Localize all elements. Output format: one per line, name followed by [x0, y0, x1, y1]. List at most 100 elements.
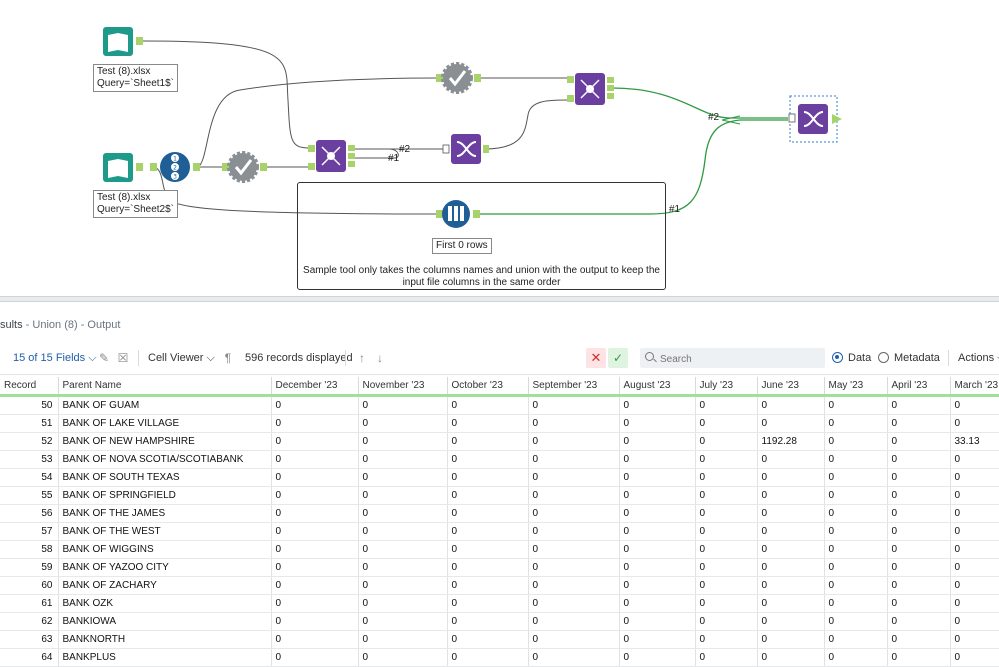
table-cell[interactable]: 0 [619, 414, 696, 433]
table-cell[interactable]: 0 [824, 450, 888, 469]
table-cell[interactable]: 0 [447, 522, 529, 541]
table-cell[interactable]: 0 [757, 558, 825, 577]
record-number-cell[interactable]: 62 [0, 612, 59, 631]
table-cell[interactable]: 0 [271, 504, 359, 523]
table-cell[interactable]: 0 [619, 468, 696, 487]
record-number-cell[interactable]: 53 [0, 450, 59, 469]
table-cell[interactable]: 0 [358, 522, 448, 541]
table-cell[interactable]: BANK OF SOUTH TEXAS [58, 468, 272, 487]
table-cell[interactable]: 0 [824, 395, 888, 415]
table-cell[interactable]: BANK OF NEW HAMPSHIRE [58, 432, 272, 451]
column-header[interactable]: August '23 [619, 377, 696, 397]
table-cell[interactable]: 0 [528, 630, 620, 649]
table-cell[interactable]: 0 [447, 414, 529, 433]
table-cell[interactable]: 0 [950, 612, 999, 631]
table-cell[interactable]: BANKNORTH [58, 630, 272, 649]
table-cell[interactable]: 0 [528, 432, 620, 451]
table-row[interactable]: 56 BANK OF THE JAMES 0 0 0 0 0 0 0 0 0 0 [0, 504, 999, 523]
table-cell[interactable]: 0 [950, 395, 999, 415]
table-cell[interactable]: 0 [887, 486, 951, 505]
table-cell[interactable]: 0 [824, 612, 888, 631]
table-cell[interactable]: 0 [824, 630, 888, 649]
table-cell[interactable]: 0 [447, 450, 529, 469]
table-cell[interactable]: 0 [528, 540, 620, 559]
table-cell[interactable]: 0 [757, 395, 825, 415]
table-cell[interactable]: 0 [619, 432, 696, 451]
table-cell[interactable]: 0 [887, 576, 951, 595]
input-data-tool-1[interactable] [103, 27, 143, 56]
table-cell[interactable]: 0 [887, 468, 951, 487]
table-cell[interactable]: 0 [447, 612, 529, 631]
table-cell[interactable]: 0 [824, 414, 888, 433]
table-cell[interactable]: 0 [950, 558, 999, 577]
record-number-cell[interactable]: 61 [0, 594, 59, 613]
table-cell[interactable]: 0 [528, 648, 620, 667]
search-box[interactable] [640, 348, 825, 368]
table-cell[interactable]: 0 [887, 450, 951, 469]
record-number-cell[interactable]: 59 [0, 558, 59, 577]
table-cell[interactable]: 0 [447, 576, 529, 595]
table-cell[interactable]: 0 [950, 504, 999, 523]
table-cell[interactable]: 0 [447, 594, 529, 613]
table-cell[interactable]: 0 [528, 450, 620, 469]
table-cell[interactable]: 0 [887, 395, 951, 415]
table-cell[interactable]: 0 [358, 540, 448, 559]
table-cell[interactable]: 0 [950, 576, 999, 595]
cell-viewer-dropdown[interactable]: Cell Viewer ⌵ [148, 342, 215, 374]
table-cell[interactable]: 0 [887, 630, 951, 649]
table-cell[interactable]: 0 [619, 450, 696, 469]
column-header[interactable]: October '23 [447, 377, 529, 397]
table-cell[interactable]: 0 [358, 395, 448, 415]
table-cell[interactable]: 0 [528, 504, 620, 523]
table-cell[interactable]: 0 [824, 594, 888, 613]
table-cell[interactable]: 0 [358, 432, 448, 451]
table-cell[interactable]: BANK OF THE JAMES [58, 504, 272, 523]
column-header[interactable]: Parent Name [58, 377, 272, 397]
table-cell[interactable]: 0 [887, 522, 951, 541]
table-cell[interactable]: 0 [528, 486, 620, 505]
table-cell[interactable]: 0 [887, 540, 951, 559]
record-number-cell[interactable]: 55 [0, 486, 59, 505]
table-cell[interactable]: BANK OF SPRINGFIELD [58, 486, 272, 505]
join-tool-1[interactable] [308, 140, 355, 172]
table-cell[interactable]: BANK OF NOVA SCOTIA/SCOTIABANK [58, 450, 272, 469]
table-cell[interactable]: BANK OF YAZOO CITY [58, 558, 272, 577]
record-number-cell[interactable]: 54 [0, 468, 59, 487]
table-cell[interactable]: 0 [619, 395, 696, 415]
table-cell[interactable]: 0 [528, 576, 620, 595]
table-cell[interactable]: 0 [619, 558, 696, 577]
table-cell[interactable]: BANK OF ZACHARY [58, 576, 272, 595]
table-cell[interactable]: 0 [757, 522, 825, 541]
clear-icon[interactable]: ☒ [115, 350, 131, 366]
table-cell[interactable]: 0 [824, 468, 888, 487]
table-cell[interactable]: 0 [271, 522, 359, 541]
cancel-icon[interactable]: ✕ [586, 348, 606, 368]
table-cell[interactable]: 0 [447, 648, 529, 667]
table-cell[interactable]: BANK OF LAKE VILLAGE [58, 414, 272, 433]
table-cell[interactable]: 0 [271, 630, 359, 649]
table-cell[interactable]: BANK OF WIGGINS [58, 540, 272, 559]
table-cell[interactable]: 0 [695, 558, 758, 577]
table-cell[interactable]: 0 [528, 594, 620, 613]
actions-dropdown[interactable]: Actions ⌵ [958, 342, 999, 374]
table-cell[interactable]: 0 [695, 504, 758, 523]
table-cell[interactable]: 0 [619, 576, 696, 595]
table-cell[interactable]: 0 [950, 594, 999, 613]
table-cell[interactable]: 0 [695, 594, 758, 613]
table-cell[interactable]: 0 [358, 450, 448, 469]
table-row[interactable]: 60 BANK OF ZACHARY 0 0 0 0 0 0 0 0 0 0 [0, 576, 999, 595]
table-cell[interactable]: 0 [695, 414, 758, 433]
join-tool-2[interactable] [567, 73, 614, 105]
table-cell[interactable]: 0 [887, 432, 951, 451]
record-id-tool[interactable]: 1 2 3 [150, 152, 200, 182]
table-cell[interactable]: 0 [358, 504, 448, 523]
table-cell[interactable]: 0 [950, 630, 999, 649]
table-cell[interactable]: 0 [271, 414, 359, 433]
table-cell[interactable]: 0 [887, 504, 951, 523]
table-cell[interactable]: 0 [695, 540, 758, 559]
record-number-cell[interactable]: 51 [0, 414, 59, 433]
table-cell[interactable]: 0 [528, 558, 620, 577]
table-cell[interactable]: 0 [271, 648, 359, 667]
table-row[interactable]: 58 BANK OF WIGGINS 0 0 0 0 0 0 0 0 0 0 [0, 540, 999, 559]
column-header[interactable]: September '23 [528, 377, 620, 397]
